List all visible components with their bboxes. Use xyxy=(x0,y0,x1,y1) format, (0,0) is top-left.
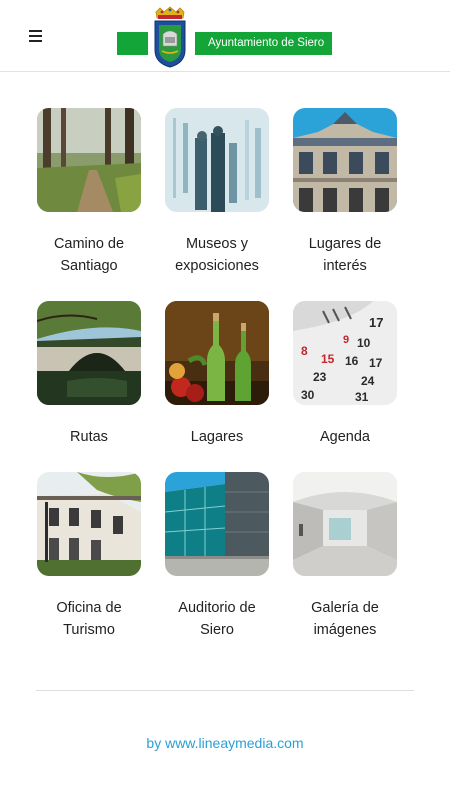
tile-label: Auditorio de Siero xyxy=(178,600,256,638)
tourism-office-photo xyxy=(37,472,141,576)
tile-label: Rutas xyxy=(70,429,108,445)
coat-of-arms-icon xyxy=(154,6,186,68)
svg-text:15: 15 xyxy=(321,352,335,366)
app-header: Ayuntamiento de Siero xyxy=(0,0,450,72)
museum-blur-photo xyxy=(165,108,269,212)
ayuntamiento-logo[interactable]: Ayuntamiento de Siero xyxy=(117,6,332,68)
credit-link[interactable]: by www.lineaymedia.com xyxy=(0,735,450,751)
svg-text:24: 24 xyxy=(361,374,375,388)
svg-text:10: 10 xyxy=(357,336,371,350)
tile-label: Museos y exposiciones xyxy=(175,236,259,274)
svg-text:30: 30 xyxy=(301,388,315,402)
tile-label: Lagares xyxy=(190,429,244,445)
calendar-photo: 17 9 10 8 15 16 17 23 24 30 31 xyxy=(293,301,397,405)
tile-label: Camino de Santiago xyxy=(53,236,125,274)
stone-bridge-photo xyxy=(37,301,141,405)
svg-text:8: 8 xyxy=(301,344,308,358)
tile-label: Agenda xyxy=(320,429,370,445)
svg-text:9: 9 xyxy=(343,334,349,346)
svg-text:31: 31 xyxy=(355,390,369,404)
hamburger-menu-icon[interactable] xyxy=(26,26,46,46)
svg-text:16: 16 xyxy=(345,354,359,368)
auditorium-photo xyxy=(165,472,269,576)
cider-bottles-photo xyxy=(165,301,269,405)
historic-building-photo xyxy=(293,108,397,212)
tile-label: Lugares de interés xyxy=(308,236,382,274)
footer-divider xyxy=(36,690,414,691)
tile-label: Galería de imágenes xyxy=(311,600,379,638)
svg-text:17: 17 xyxy=(369,315,383,330)
tile-label: Oficina de Turismo xyxy=(56,600,122,638)
logo-green-bar xyxy=(117,32,148,55)
svg-text:17: 17 xyxy=(369,356,383,370)
logo-text: Ayuntamiento de Siero xyxy=(195,32,332,55)
gallery-hall-photo xyxy=(293,472,397,576)
svg-text:23: 23 xyxy=(313,370,327,384)
forest-path-photo xyxy=(37,108,141,212)
